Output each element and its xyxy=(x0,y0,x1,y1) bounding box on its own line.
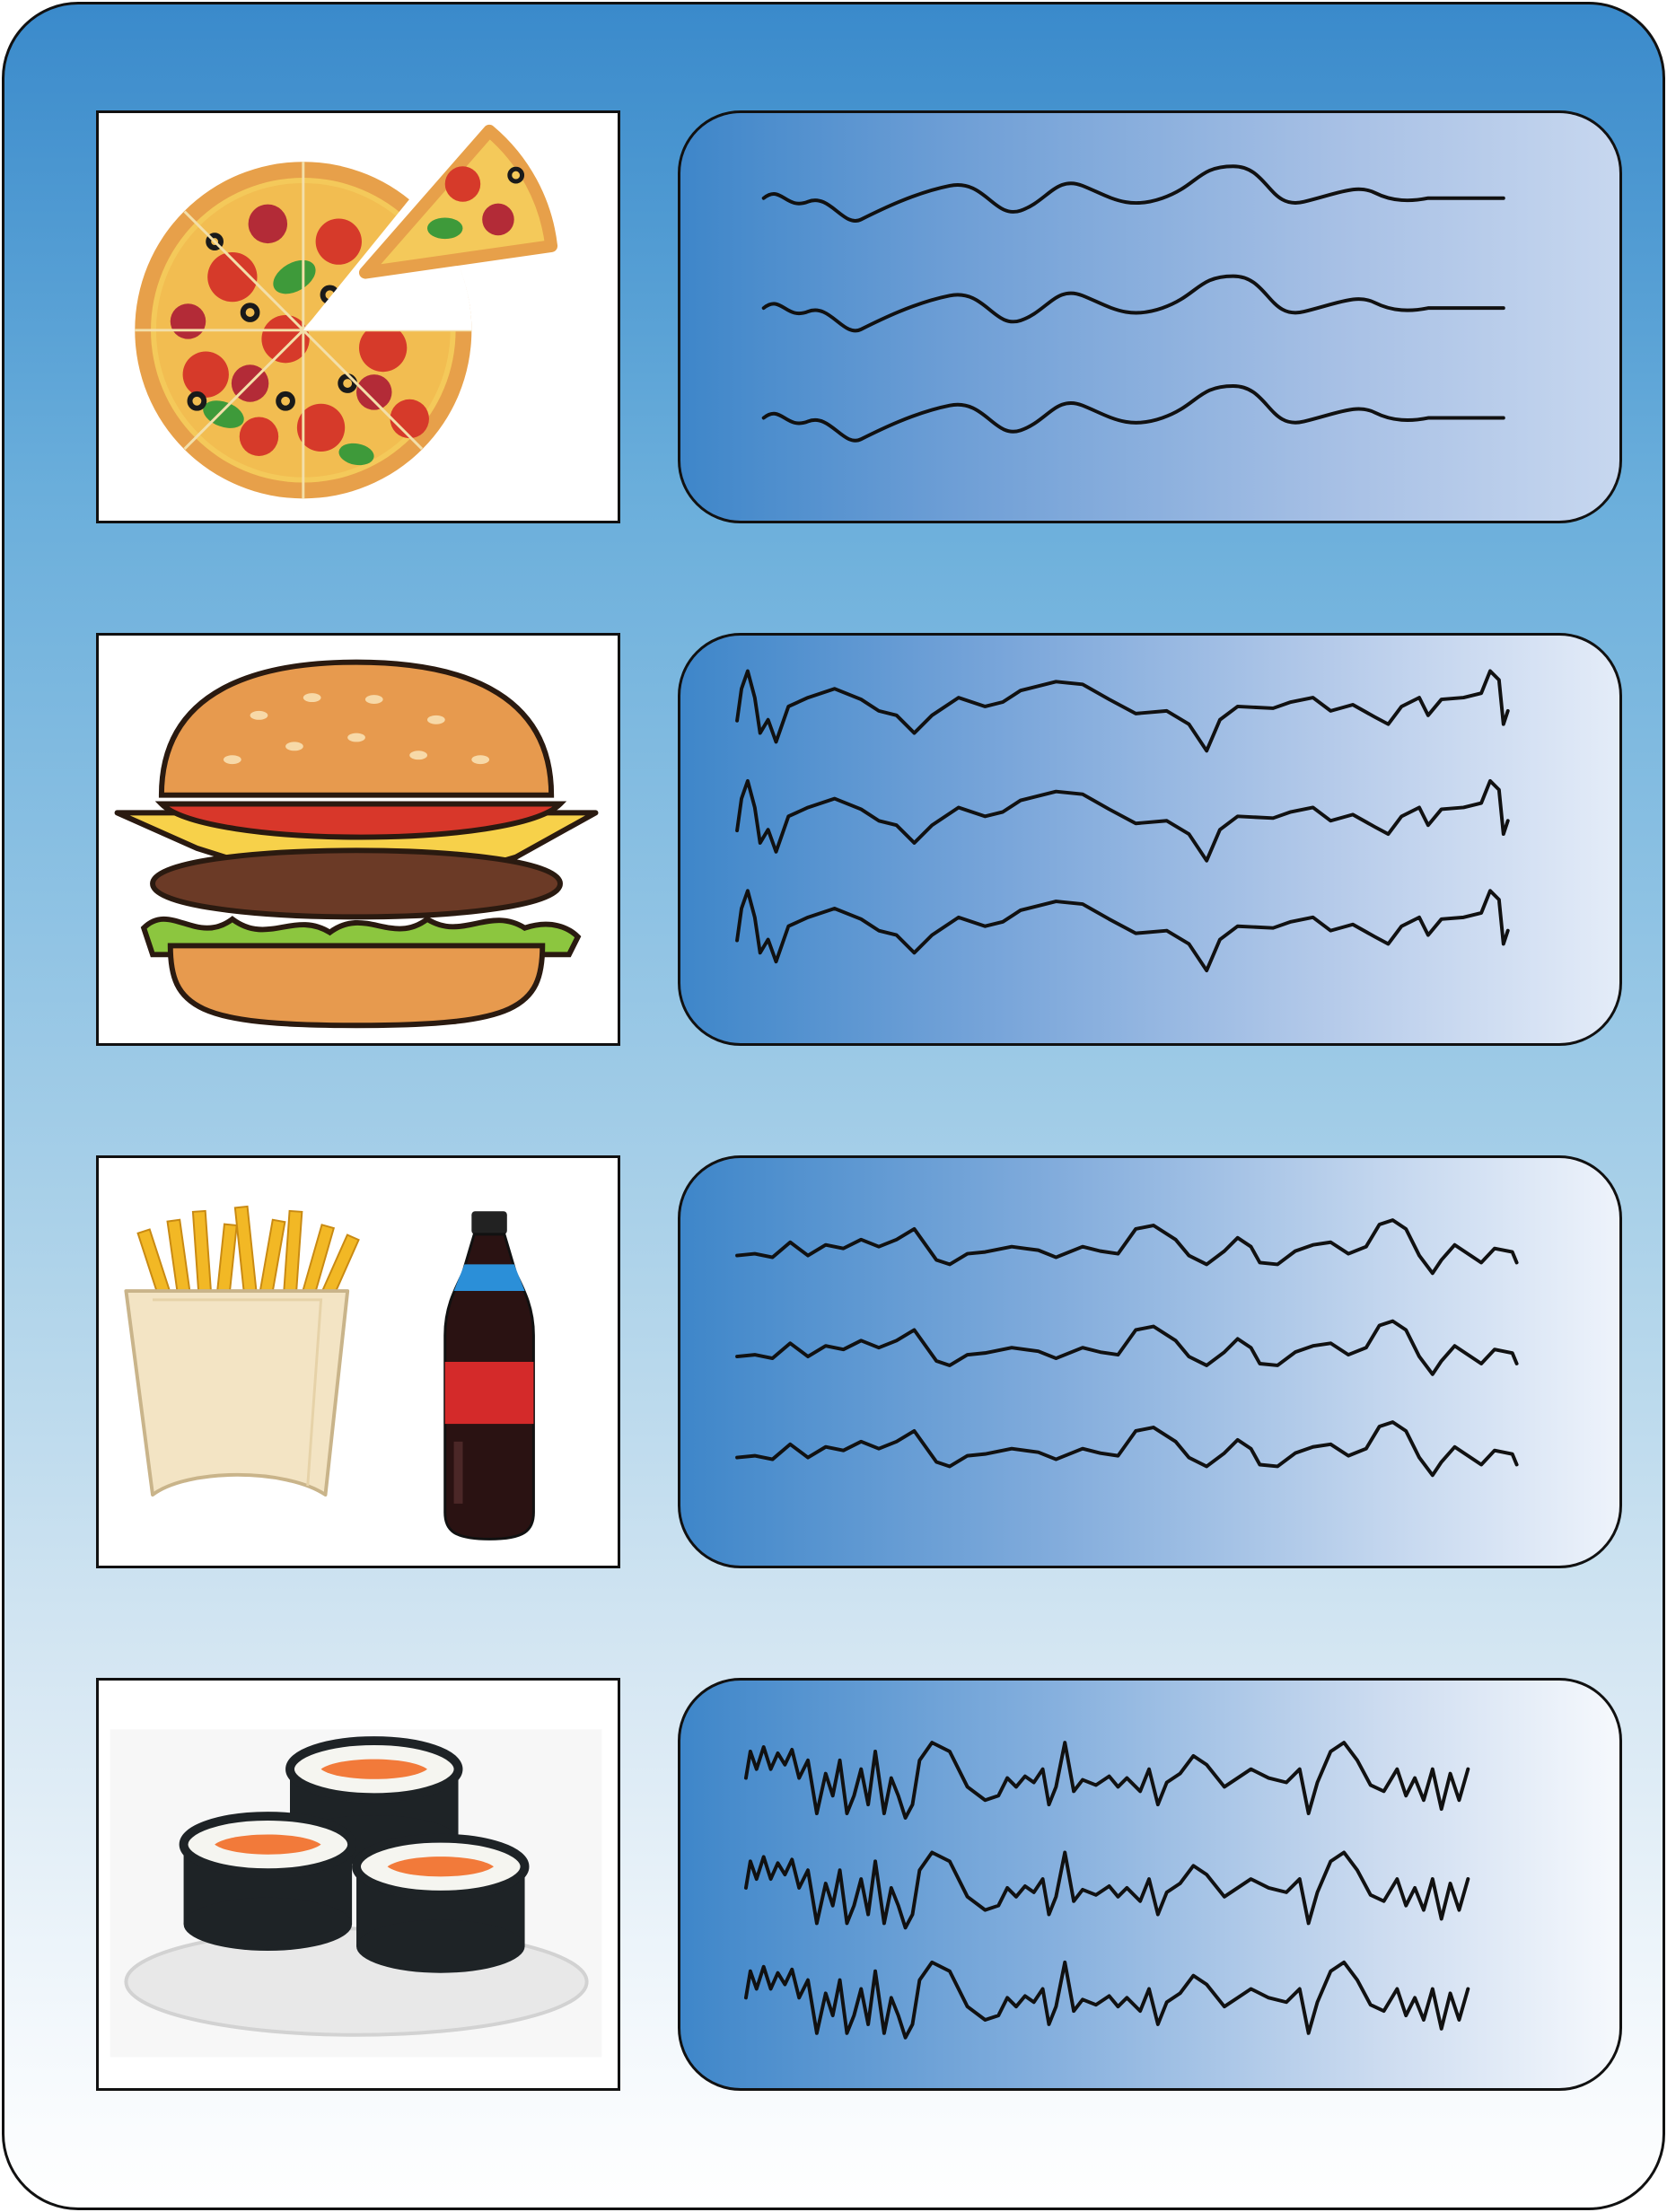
tracing-lines-pizza xyxy=(761,164,1505,443)
fries-icon xyxy=(124,1205,360,1497)
sushi-roll-right xyxy=(352,1833,530,1973)
sushi-icon xyxy=(110,1729,602,2058)
trace-line xyxy=(735,889,1510,973)
trace-line xyxy=(743,1741,1470,1820)
row-sushi xyxy=(4,1678,1663,2091)
tracing-lines-burger xyxy=(735,669,1510,973)
trace-panel-sushi xyxy=(678,1678,1622,2091)
trace-line xyxy=(735,1319,1519,1376)
row-pizza xyxy=(4,110,1663,523)
worksheet xyxy=(2,2,1665,2210)
trace-panel-pizza xyxy=(678,110,1622,523)
pizza-icon xyxy=(135,124,558,499)
trace-line xyxy=(761,164,1505,223)
trace-panel-fries-and-soda xyxy=(678,1155,1622,1568)
row-burger xyxy=(4,633,1663,1046)
row-fries-and-soda xyxy=(4,1155,1663,1568)
sushi-picture xyxy=(96,1678,620,2091)
trace-line xyxy=(743,1960,1470,2040)
burger-picture xyxy=(96,633,620,1046)
trace-line xyxy=(761,274,1505,333)
tracing-lines-sushi xyxy=(743,1741,1470,2040)
fries-and-soda-icon xyxy=(124,1205,535,1540)
trace-line xyxy=(735,778,1510,863)
fries-and-soda-picture xyxy=(96,1155,620,1568)
trace-line xyxy=(761,384,1505,443)
trace-panel-burger xyxy=(678,633,1622,1046)
trace-line xyxy=(735,669,1510,753)
sushi-roll-left xyxy=(179,1812,357,1952)
trace-line xyxy=(735,1420,1519,1478)
trace-line xyxy=(735,1218,1519,1276)
burger-icon xyxy=(114,659,599,1029)
trace-line xyxy=(743,1850,1470,1930)
soda-bottle-icon xyxy=(443,1211,535,1540)
pizza-picture xyxy=(96,110,620,523)
tracing-lines-fries-and-soda xyxy=(735,1218,1519,1478)
